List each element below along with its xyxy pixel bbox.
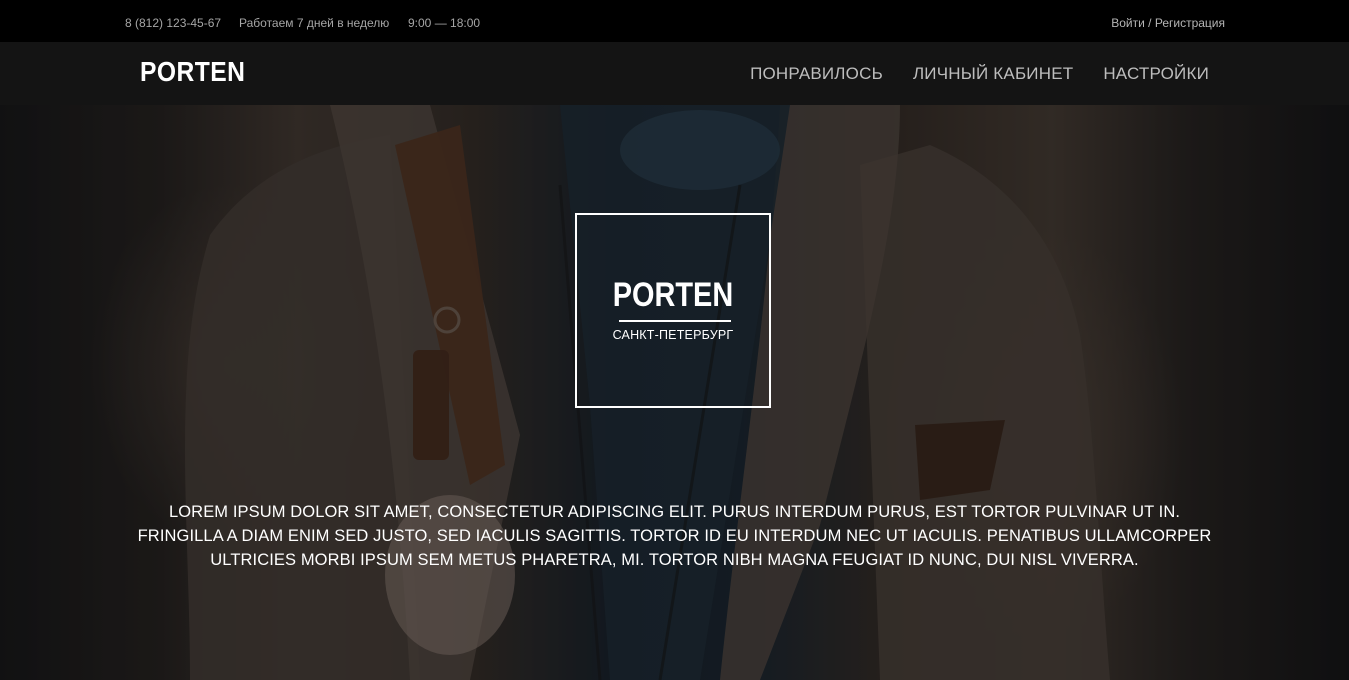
hero-brand: PORTEN	[612, 276, 734, 314]
hero-logo-box: PORTEN САНКТ-ПЕТЕРБУРГ	[575, 213, 771, 408]
site-logo[interactable]: PORTEN	[140, 57, 245, 87]
main-nav: ПОНРАВИЛОСЬ ЛИЧНЫЙ КАБИНЕТ НАСТРОЙКИ	[720, 64, 1209, 84]
phone-number[interactable]: 8 (812) 123-45-67	[125, 16, 221, 30]
auth-separator: /	[1144, 16, 1155, 30]
auth-links: Войти / Регистрация	[1111, 16, 1225, 30]
working-days: Работаем 7 дней в неделю	[239, 16, 390, 30]
top-info-bar: 8 (812) 123-45-67 Работаем 7 дней в неде…	[0, 0, 1349, 42]
site-header: PORTEN ПОНРАВИЛОСЬ ЛИЧНЫЙ КАБИНЕТ НАСТРО…	[0, 42, 1349, 105]
nav-settings[interactable]: НАСТРОЙКИ	[1103, 64, 1209, 84]
hero-city: САНКТ-ПЕТЕРБУРГ	[612, 328, 734, 342]
hero-divider	[619, 320, 731, 322]
hero-description: LOREM IPSUM DOLOR SIT AMET, CONSECTETUR …	[137, 503, 1212, 569]
register-link[interactable]: Регистрация	[1155, 16, 1225, 30]
working-hours: 9:00 — 18:00	[408, 16, 481, 30]
nav-favorites[interactable]: ПОНРАВИЛОСЬ	[750, 64, 883, 84]
nav-account[interactable]: ЛИЧНЫЙ КАБИНЕТ	[913, 64, 1073, 84]
hero-section: PORTEN САНКТ-ПЕТЕРБУРГ LOREM IPSUM DOLOR…	[0, 105, 1349, 680]
login-link[interactable]: Войти	[1111, 16, 1145, 30]
